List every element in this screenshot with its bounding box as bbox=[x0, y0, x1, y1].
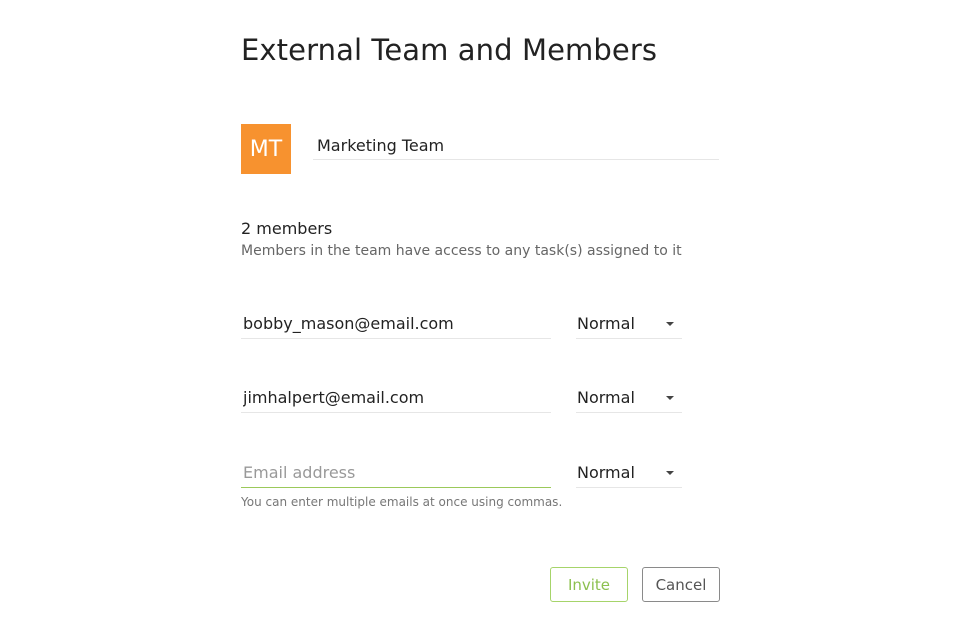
external-team-dialog: External Team and Members MT 2 members M… bbox=[0, 0, 960, 636]
caret-down-icon bbox=[666, 395, 674, 400]
cancel-button[interactable]: Cancel bbox=[642, 567, 720, 602]
page-title: External Team and Members bbox=[241, 33, 658, 67]
invite-button[interactable]: Invite bbox=[550, 567, 628, 602]
team-name-input[interactable] bbox=[313, 132, 719, 160]
member-role-dropdown[interactable]: Normal bbox=[576, 383, 682, 413]
new-member-role-dropdown[interactable]: Normal bbox=[576, 458, 682, 488]
caret-down-icon bbox=[666, 321, 674, 326]
members-description: Members in the team have access to any t… bbox=[241, 243, 682, 259]
team-avatar-initials: MT bbox=[249, 136, 283, 162]
member-role-label: Normal bbox=[577, 388, 635, 407]
member-email-input[interactable] bbox=[241, 309, 551, 339]
member-role-label: Normal bbox=[577, 314, 635, 333]
email-hint: You can enter multiple emails at once us… bbox=[241, 495, 563, 509]
member-count: 2 members bbox=[241, 219, 333, 238]
team-avatar: MT bbox=[241, 124, 291, 174]
new-member-email-input[interactable] bbox=[241, 458, 551, 488]
member-email-input[interactable] bbox=[241, 383, 551, 413]
new-member-role-label: Normal bbox=[577, 463, 635, 482]
caret-down-icon bbox=[666, 470, 674, 475]
member-role-dropdown[interactable]: Normal bbox=[576, 309, 682, 339]
